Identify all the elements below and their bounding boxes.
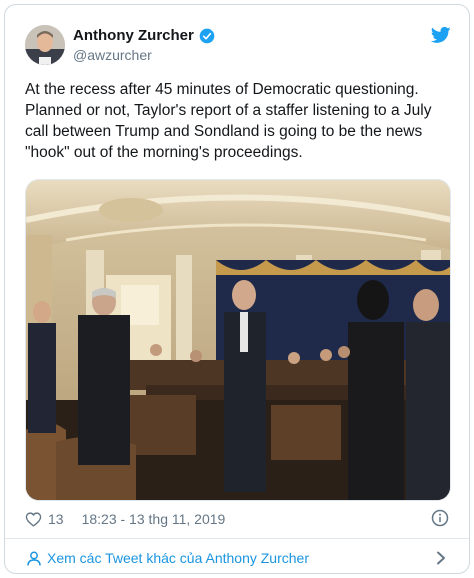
hearing-room-photo (26, 180, 450, 500)
author-display-name[interactable]: Anthony Zurcher (73, 27, 215, 44)
like-count: 13 (48, 511, 64, 527)
verified-badge-icon (199, 28, 215, 43)
tweet-meta: 13 18:23 - 13 thg 11, 2019 (25, 508, 453, 530)
footer-divider (5, 538, 469, 539)
tweet-timestamp[interactable]: 18:23 - 13 thg 11, 2019 (82, 511, 226, 527)
author-names: Anthony Zurcher @awzurcher (73, 27, 215, 63)
tweet-header: Anthony Zurcher @awzurcher (25, 23, 453, 67)
tweet-text: At the recess after 45 minutes of Democr… (25, 81, 432, 161)
author-avatar[interactable] (25, 25, 65, 65)
author-handle[interactable]: @awzurcher (73, 47, 215, 63)
chevron-right-icon (437, 551, 445, 565)
info-icon[interactable] (431, 509, 449, 527)
twitter-bird-icon[interactable] (431, 25, 451, 45)
person-icon (27, 551, 41, 566)
tweet-photo[interactable] (25, 179, 451, 501)
more-tweets-link[interactable]: Xem các Tweet khác của Anthony Zurcher (27, 545, 453, 571)
author-avatar-image (25, 25, 65, 65)
heart-icon (25, 511, 42, 527)
tweet-card: Anthony Zurcher @awzurcher At the recess… (4, 4, 470, 574)
like-button[interactable]: 13 (25, 511, 64, 528)
author-display-name-text: Anthony Zurcher (73, 27, 194, 44)
more-tweets-label: Xem các Tweet khác của Anthony Zurcher (47, 550, 309, 566)
